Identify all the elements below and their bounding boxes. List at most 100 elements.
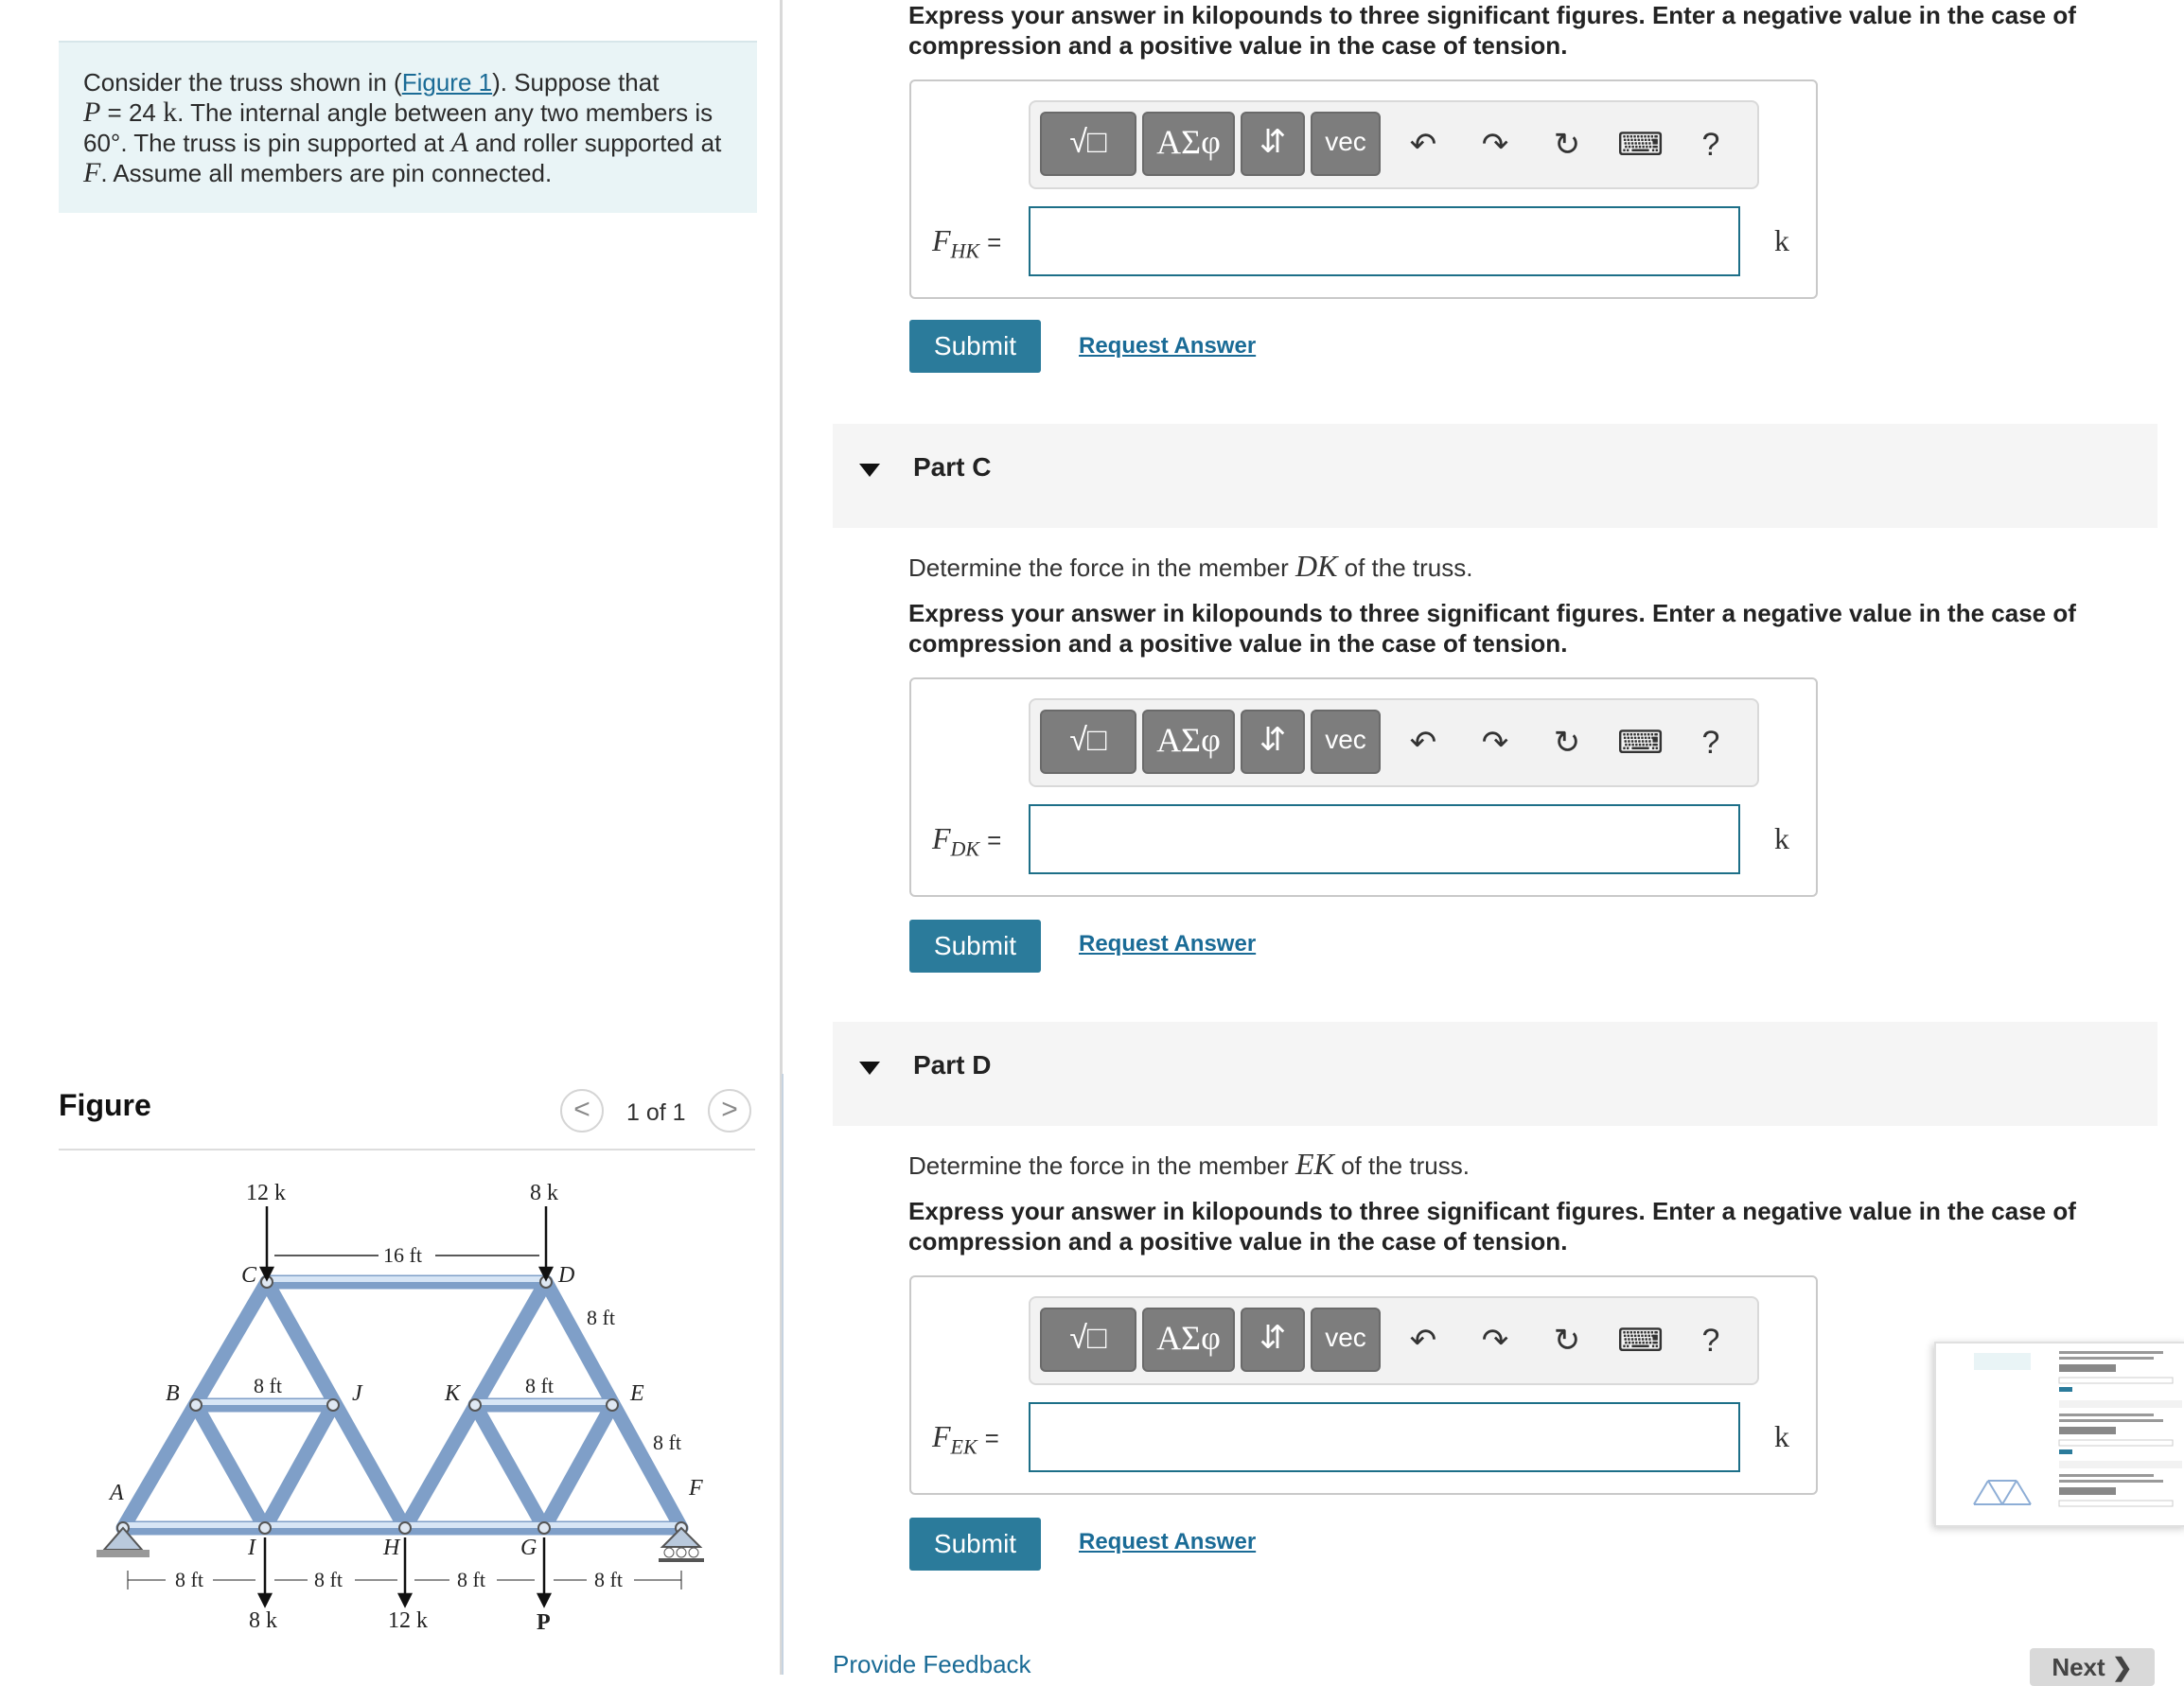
greek-button[interactable]: ΑΣφ <box>1142 112 1235 176</box>
greek-button[interactable]: ΑΣφ <box>1142 1308 1235 1372</box>
arrows-updown-icon: ⇵ <box>1259 124 1287 160</box>
var-p: P <box>83 97 101 128</box>
part-c-request-answer-link[interactable]: Request Answer <box>1079 931 1256 957</box>
dim-ke: 8 ft <box>525 1374 554 1397</box>
part-b-submit-button[interactable]: Submit <box>909 320 1041 373</box>
part-d-math-toolbar: √□ ΑΣφ ⇵ vec ↶ ↷ ↻ ⌨ ? <box>1029 1296 1759 1385</box>
node-c: C <box>241 1263 257 1288</box>
greek-button[interactable]: ΑΣφ <box>1142 710 1235 774</box>
vec-button[interactable]: vec <box>1311 710 1381 774</box>
part-c-answer-box: √□ ΑΣφ ⇵ vec ↶ ↷ ↻ ⌨ ? FDK = k <box>909 677 1818 897</box>
redo-icon[interactable]: ↷ <box>1473 123 1517 167</box>
dim-ih: 8 ft <box>314 1568 343 1591</box>
caret-down-icon <box>859 464 880 477</box>
thumbnail-preview <box>1973 1351 2182 1507</box>
part-c-title: Part C <box>913 452 992 482</box>
arrows-button[interactable]: ⇵ <box>1241 1308 1305 1372</box>
chevron-right-icon: > <box>721 1094 738 1125</box>
reset-icon[interactable]: ↻ <box>1545 123 1589 167</box>
part-c-question: Determine the force in the member DK of … <box>908 549 1473 583</box>
part-d-header[interactable]: Part D <box>833 1022 2158 1126</box>
part-d-answer-input[interactable] <box>1029 1402 1740 1472</box>
redo-icon[interactable]: ↷ <box>1473 1319 1517 1362</box>
undo-icon[interactable]: ↶ <box>1401 123 1445 167</box>
keyboard-icon[interactable]: ⌨ <box>1617 1319 1664 1362</box>
part-b-variable-label: FHK = <box>932 223 1002 263</box>
part-d-submit-button[interactable]: Submit <box>909 1518 1041 1571</box>
templates-button[interactable]: √□ <box>1040 710 1136 774</box>
load-h: 12 k <box>388 1608 428 1633</box>
reset-icon[interactable]: ↻ <box>1545 721 1589 764</box>
fraction-sqrt-icon: √□ <box>1069 1320 1107 1356</box>
load-d: 8 k <box>530 1181 558 1205</box>
provide-feedback-link[interactable]: Provide Feedback <box>833 1650 1031 1679</box>
figure-link[interactable]: Figure 1 <box>402 68 492 97</box>
vec-button[interactable]: vec <box>1311 112 1381 176</box>
chevron-left-icon: < <box>573 1094 590 1125</box>
part-c-variable-label: FDK = <box>932 821 1002 861</box>
part-b-request-answer-link[interactable]: Request Answer <box>1079 333 1256 360</box>
part-c-submit-button[interactable]: Submit <box>909 920 1041 973</box>
part-b-math-toolbar: √□ ΑΣφ ⇵ vec ↶ ↷ ↻ ⌨ ? <box>1029 100 1759 189</box>
part-b-answer-input[interactable] <box>1029 206 1740 276</box>
problem-text: Consider the truss shown in (Figure 1). … <box>83 67 746 188</box>
fraction-sqrt-icon: √□ <box>1069 722 1107 758</box>
part-d-question: Determine the force in the member EK of … <box>908 1147 1470 1181</box>
part-c-instruction: Express your answer in kilopounds to thr… <box>908 599 2076 658</box>
column-divider-accent <box>782 1074 784 1675</box>
node-a: A <box>108 1481 124 1505</box>
var-f: F <box>83 157 101 188</box>
part-d-variable-label: FEK = <box>932 1419 999 1459</box>
dim-gf: 8 ft <box>594 1568 623 1591</box>
var-a: A <box>450 127 468 158</box>
dim-bj: 8 ft <box>254 1374 282 1397</box>
truss-figure: 12 k 8 k 8 k 12 k P 16 ft 8 ft 8 ft 8 ft… <box>97 1181 704 1635</box>
help-icon[interactable]: ? <box>1689 1319 1733 1362</box>
part-d-unit: k <box>1774 1419 1789 1453</box>
figure-prev-button[interactable]: < <box>560 1089 604 1133</box>
node-i: I <box>247 1536 256 1560</box>
arrows-button[interactable]: ⇵ <box>1241 112 1305 176</box>
part-d-answer-box: √□ ΑΣφ ⇵ vec ↶ ↷ ↻ ⌨ ? FEK = k <box>909 1275 1818 1495</box>
part-b-answer-box: √□ ΑΣφ ⇵ vec ↶ ↷ ↻ ⌨ ? FHK = k <box>909 79 1818 299</box>
problem-text-d: . Assume all members are pin connected. <box>100 159 553 187</box>
node-b: B <box>166 1381 180 1406</box>
dim-ef: 8 ft <box>653 1431 681 1454</box>
page-thumbnail[interactable] <box>1934 1342 2184 1527</box>
vec-button[interactable]: vec <box>1311 1308 1381 1372</box>
keyboard-icon[interactable]: ⌨ <box>1617 721 1664 764</box>
part-d-title: Part D <box>913 1050 992 1080</box>
dim-cd: 16 ft <box>383 1243 422 1267</box>
part-c-unit: k <box>1774 821 1789 855</box>
unit-k: k <box>163 97 178 128</box>
part-d-instruction: Express your answer in kilopounds to thr… <box>908 1197 2076 1256</box>
arrows-button[interactable]: ⇵ <box>1241 710 1305 774</box>
problem-text-c: and roller supported at <box>467 129 722 157</box>
next-button[interactable]: Next ❯ <box>2030 1648 2155 1686</box>
undo-icon[interactable]: ↶ <box>1401 721 1445 764</box>
node-k: K <box>444 1381 462 1406</box>
dim-hg: 8 ft <box>457 1568 485 1591</box>
templates-button[interactable]: √□ <box>1040 1308 1136 1372</box>
node-f: F <box>688 1476 703 1501</box>
node-j: J <box>352 1381 363 1406</box>
node-d: D <box>557 1263 574 1288</box>
part-c-answer-input[interactable] <box>1029 804 1740 874</box>
figure-next-button[interactable]: > <box>708 1089 751 1133</box>
part-b-unit: k <box>1774 223 1789 257</box>
redo-icon[interactable]: ↷ <box>1473 721 1517 764</box>
node-h: H <box>382 1536 401 1560</box>
load-i: 8 k <box>249 1608 277 1633</box>
dim-ai: 8 ft <box>175 1568 203 1591</box>
reset-icon[interactable]: ↻ <box>1545 1319 1589 1362</box>
part-c-header[interactable]: Part C <box>833 424 2158 528</box>
eq-p: = 24 <box>100 98 164 127</box>
part-b-instruction: Express your answer in kilopounds to thr… <box>908 1 2076 60</box>
templates-button[interactable]: √□ <box>1040 112 1136 176</box>
keyboard-icon[interactable]: ⌨ <box>1617 123 1664 167</box>
help-icon[interactable]: ? <box>1689 123 1733 167</box>
undo-icon[interactable]: ↶ <box>1401 1319 1445 1362</box>
load-c: 12 k <box>246 1181 286 1205</box>
help-icon[interactable]: ? <box>1689 721 1733 764</box>
part-d-request-answer-link[interactable]: Request Answer <box>1079 1529 1256 1555</box>
